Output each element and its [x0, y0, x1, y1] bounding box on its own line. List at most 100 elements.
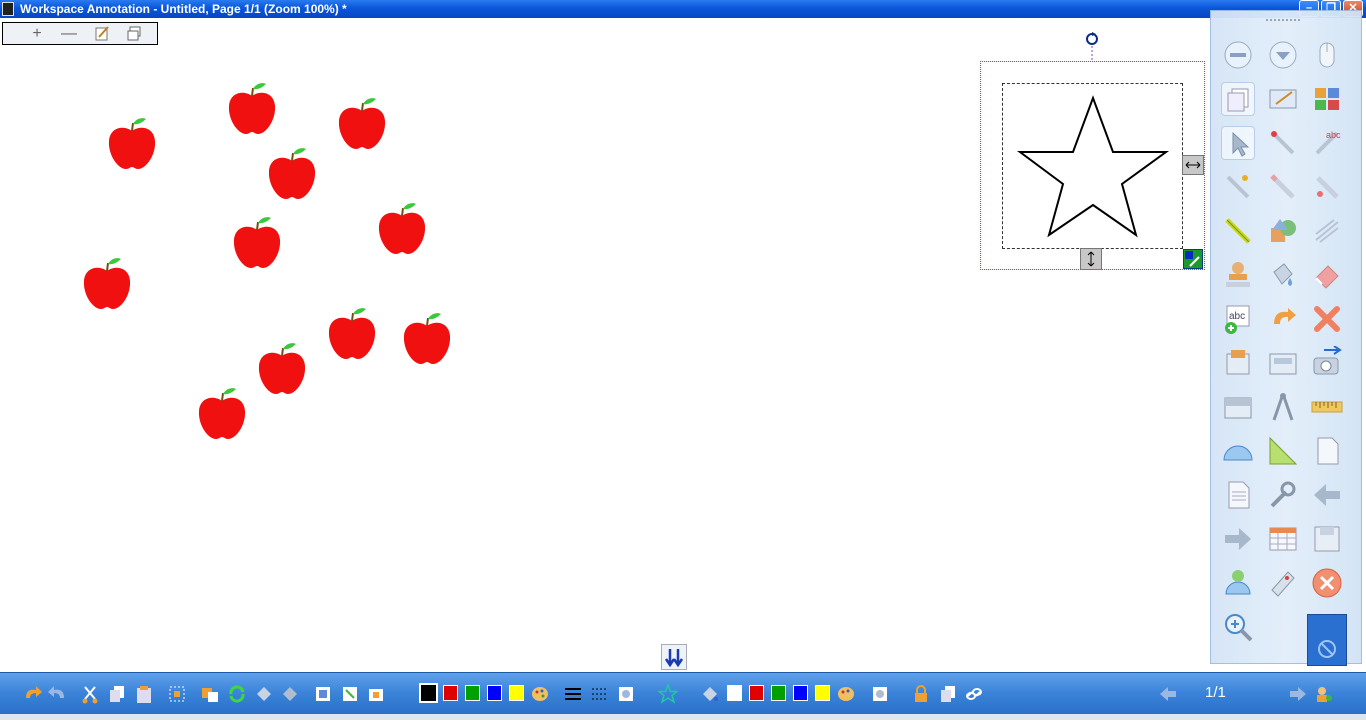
fill-swatch-blue[interactable]	[793, 685, 808, 701]
paste-icon[interactable]	[134, 684, 154, 704]
fill-swatch-red[interactable]	[749, 685, 764, 701]
text-pen-icon[interactable]: abc	[1310, 126, 1344, 160]
select-arrow-icon[interactable]	[1221, 126, 1255, 160]
send-backward-icon[interactable]	[280, 684, 300, 704]
copy-icon[interactable]	[107, 684, 127, 704]
shapes-icon[interactable]	[1266, 214, 1300, 248]
transparency-icon[interactable]	[616, 684, 636, 704]
apple-image[interactable]	[326, 307, 378, 361]
lock-object-icon[interactable]	[366, 684, 386, 704]
color-swatch-red[interactable]	[443, 685, 458, 701]
delete-icon[interactable]	[1310, 302, 1344, 336]
fill-swatch-white[interactable]	[727, 685, 742, 701]
next-page-icon[interactable]	[1288, 684, 1308, 704]
screen-capture-icon[interactable]	[1266, 346, 1300, 380]
pen-icon[interactable]	[1266, 126, 1300, 160]
recognize-icon[interactable]	[1221, 566, 1255, 600]
line-style-icon[interactable]	[590, 684, 610, 704]
apple-image[interactable]	[196, 387, 248, 441]
display-mode-icon[interactable]	[1266, 82, 1300, 116]
remote-icon[interactable]	[1266, 566, 1300, 600]
cut-icon[interactable]	[80, 684, 100, 704]
calendar-grid-icon[interactable]	[1266, 522, 1300, 556]
undo-icon[interactable]	[22, 684, 42, 704]
close-tools-icon[interactable]	[1310, 566, 1344, 600]
line-width-icon[interactable]	[563, 684, 583, 704]
clipboard-icon[interactable]	[1221, 346, 1255, 380]
scroll-down-toggle[interactable]	[661, 644, 687, 670]
gallery-icon[interactable]	[1310, 82, 1344, 116]
zoom-magnifier-icon[interactable]	[1221, 610, 1255, 644]
group-icon[interactable]	[313, 684, 333, 704]
stamp-icon[interactable]	[1221, 258, 1255, 292]
fill-bucket-icon[interactable]	[700, 684, 720, 704]
page-sorter-icon[interactable]	[1221, 82, 1255, 116]
blank-page-icon[interactable]	[1310, 434, 1344, 468]
undo-icon[interactable]	[1266, 302, 1300, 336]
lined-page-icon[interactable]	[1221, 478, 1255, 512]
dock-panel-button[interactable]	[1307, 614, 1347, 666]
apple-image[interactable]	[336, 97, 388, 151]
back-arrow-icon[interactable]	[1310, 478, 1344, 512]
connector-icon[interactable]	[1310, 214, 1344, 248]
creative-pen-icon[interactable]	[1221, 170, 1255, 204]
eraser-icon[interactable]	[1310, 258, 1344, 292]
svg-text:abc: abc	[1326, 130, 1341, 140]
apple-image[interactable]	[226, 82, 278, 136]
user-settings-icon[interactable]	[1314, 684, 1334, 704]
set-square-icon[interactable]	[1266, 434, 1300, 468]
tools-settings-icon[interactable]	[1266, 478, 1300, 512]
color-swatch-green[interactable]	[465, 685, 480, 701]
protractor-icon[interactable]	[1221, 434, 1255, 468]
previous-page-icon[interactable]	[1158, 684, 1178, 704]
highlighter-icon[interactable]	[1266, 170, 1300, 204]
apple-image[interactable]	[106, 117, 158, 171]
panel-grip[interactable]	[1266, 19, 1300, 25]
chevron-down-icon[interactable]	[1266, 38, 1300, 72]
apple-image[interactable]	[376, 202, 428, 256]
apple-image[interactable]	[256, 342, 308, 396]
rotate-handle[interactable]	[1085, 31, 1101, 61]
screen-shade-icon[interactable]	[1221, 390, 1255, 424]
color-swatch-blue[interactable]	[487, 685, 502, 701]
minimize-panel-icon[interactable]	[1221, 38, 1255, 72]
resize-vertical-handle[interactable]	[1080, 248, 1102, 270]
apple-image[interactable]	[266, 147, 318, 201]
fill-icon[interactable]	[1266, 258, 1300, 292]
svg-text:abc: abc	[1229, 311, 1245, 322]
star-shape[interactable]	[1003, 84, 1184, 250]
redo-icon[interactable]	[48, 684, 68, 704]
fill-swatch-green[interactable]	[771, 685, 786, 701]
clone-icon[interactable]	[200, 684, 220, 704]
apple-image[interactable]	[401, 312, 453, 366]
add-text-icon[interactable]: abc	[1221, 302, 1255, 336]
fill-swatch-yellow[interactable]	[815, 685, 830, 701]
color-swatch-yellow[interactable]	[509, 685, 524, 701]
fill-transparency-icon[interactable]	[870, 684, 890, 704]
link-icon[interactable]	[964, 684, 984, 704]
app-icon[interactable]	[2, 2, 14, 16]
fill-palette-icon[interactable]	[836, 684, 856, 704]
resize-horizontal-handle[interactable]	[1182, 155, 1204, 175]
select-all-icon[interactable]	[167, 684, 187, 704]
ungroup-icon[interactable]	[340, 684, 360, 704]
save-icon[interactable]	[1310, 522, 1344, 556]
bring-forward-icon[interactable]	[254, 684, 274, 704]
camera-icon[interactable]	[1310, 345, 1344, 380]
apple-image[interactable]	[231, 216, 283, 270]
palette-icon[interactable]	[530, 684, 550, 704]
magic-pen-icon[interactable]	[1310, 170, 1344, 204]
apple-image[interactable]	[81, 257, 133, 311]
resize-corner-handle[interactable]	[1183, 249, 1203, 269]
star-shape-icon[interactable]	[658, 684, 678, 704]
compass-icon[interactable]	[1266, 390, 1300, 424]
star-shape-box[interactable]	[1002, 83, 1183, 249]
line-tool-icon[interactable]	[1221, 214, 1255, 248]
refresh-icon[interactable]	[227, 684, 247, 704]
ruler-icon[interactable]	[1310, 390, 1344, 424]
duplicate-icon[interactable]	[938, 684, 958, 704]
forward-arrow-icon[interactable]	[1221, 522, 1255, 556]
lock-icon[interactable]	[911, 684, 931, 704]
mouse-icon[interactable]	[1310, 38, 1344, 72]
color-swatch-black[interactable]	[419, 683, 438, 703]
